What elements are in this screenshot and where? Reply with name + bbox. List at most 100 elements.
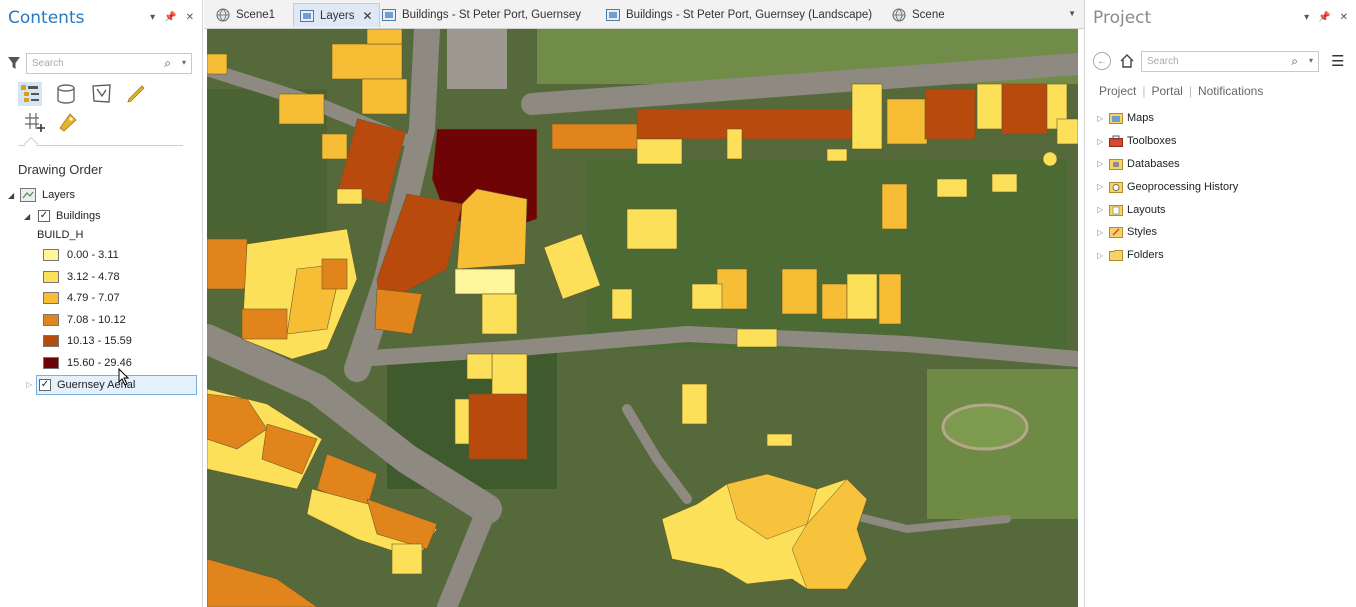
project-item-geoprocessing-history[interactable]: ▷ Geoprocessing History [1097,175,1238,198]
tab-scene[interactable]: Scene [886,3,951,27]
project-search-placeholder: Search [1147,55,1179,67]
expand-triangle-icon[interactable]: ▷ [1097,251,1107,260]
project-item-databases[interactable]: ▷ Databases [1097,153,1238,176]
tab-scene1[interactable]: Scene1 [210,3,281,27]
maps-folder-icon [1109,113,1123,125]
building [207,238,248,290]
expand-triangle-icon[interactable]: ▷ [1097,228,1107,237]
buildings-layer-row[interactable]: ◢ ✓ Buildings [24,206,101,226]
tab-buildings-landscape[interactable]: Buildings - St Peter Port, Guernsey (Lan… [600,3,878,27]
building [456,188,528,270]
collapse-triangle-icon[interactable]: ◢ [8,191,18,200]
expand-triangle-icon[interactable]: ▷ [1097,114,1107,123]
pin-icon[interactable]: 📌 [164,12,176,23]
expand-triangle-icon[interactable]: ▷ [1097,159,1107,168]
home-icon[interactable] [1119,53,1135,69]
legend-class-label: 7.08 - 10.12 [67,313,126,326]
tab-label: Buildings - St Peter Port, Guernsey [402,9,581,21]
expand-triangle-icon[interactable]: ▷ [26,380,36,389]
building [241,308,288,340]
aerial-flowerbed [941,403,1029,451]
database-folder-icon [1109,158,1123,170]
pane-options-icon[interactable]: ▾ [150,12,155,23]
list-by-selection-icon[interactable] [90,82,114,106]
aerial-visibility-checkbox[interactable]: ✓ [39,379,51,391]
project-tabs: Project | Portal | Notifications [1099,84,1269,98]
building [851,83,883,150]
building [468,393,528,460]
search-icon[interactable]: ⌕ [1291,54,1298,69]
legend-swatch [43,270,59,283]
search-icon[interactable]: ⌕ [164,56,171,71]
building [391,543,423,575]
search-options-icon[interactable]: ▾ [1309,56,1313,65]
legend-swatch [43,313,59,326]
project-item-label: Databases [1127,157,1180,170]
toolbar-divider-caret [23,136,39,152]
legend-class-row: 10.13 - 15.59 [43,331,132,351]
building [207,53,228,75]
close-icon[interactable]: ✕ [1340,12,1348,23]
list-by-snapping-icon[interactable] [22,110,46,134]
map-icon [300,9,314,22]
menu-icon[interactable]: ☰ [1331,52,1344,70]
buildings-visibility-checkbox[interactable]: ✓ [38,210,50,222]
building [691,283,723,310]
close-icon[interactable]: ✕ [186,12,194,23]
project-item-toolboxes[interactable]: ▷ Toolboxes [1097,130,1238,153]
building [366,29,403,45]
collapse-triangle-icon[interactable]: ◢ [24,212,34,221]
search-options-icon[interactable]: ▾ [182,58,186,67]
project-tree: ▷ Maps ▷ Toolboxes ▷ Databases ▷ Geoproc… [1097,107,1238,267]
project-item-maps[interactable]: ▷ Maps [1097,107,1238,130]
project-search-input[interactable]: Search ⌕ ▾ [1141,50,1319,72]
building [681,383,708,425]
filter-icon[interactable] [8,56,20,70]
project-item-layouts[interactable]: ▷ Layouts [1097,198,1238,221]
list-by-drawing-order-icon[interactable] [18,82,42,106]
map-view[interactable] [207,29,1078,607]
legend-class-label: 10.13 - 15.59 [67,335,132,347]
map-icon [382,9,396,21]
building [454,268,516,295]
project-pane-controls: ▾ 📌 ✕ [1304,12,1348,23]
tab-overflow-icon[interactable]: ▼ [1068,9,1076,18]
close-tab-icon[interactable]: ✕ [363,9,373,23]
legend-class-row: 4.79 - 7.07 [43,288,120,308]
tab-project[interactable]: Project [1099,84,1142,98]
legend-class-label: 0.00 - 3.11 [67,249,119,261]
project-item-folders[interactable]: ▷ Folders [1097,244,1238,267]
map-canvas[interactable] [207,29,1078,607]
list-by-source-icon[interactable] [54,82,78,106]
project-item-label: Layouts [1127,203,1166,216]
project-item-label: Geoprocessing History [1127,180,1239,193]
building [331,43,403,80]
expand-triangle-icon[interactable]: ▷ [1097,182,1107,191]
map-frame-icon [20,188,36,202]
project-item-styles[interactable]: ▷ Styles [1097,221,1238,244]
guernsey-aerial-layer-row[interactable]: ✓ Guernsey Aerial [36,375,197,395]
project-nav-row: ← Search ⌕ ▾ ☰ [1093,49,1351,73]
contents-search-input[interactable]: Search ⌕ ▾ [26,52,192,74]
legend-swatch [43,335,59,347]
legend-class-label: 4.79 - 7.07 [67,292,120,304]
pane-options-icon[interactable]: ▾ [1304,12,1309,23]
pin-icon[interactable]: 📌 [1318,12,1330,23]
building [924,88,976,140]
tab-notifications[interactable]: Notifications [1198,84,1269,98]
tab-separator: | [1142,84,1146,98]
building [881,183,908,230]
back-arrow-icon[interactable]: ← [1093,52,1111,70]
building [611,288,633,320]
globe-icon [892,8,906,22]
building [766,433,793,447]
list-by-editing-icon[interactable] [124,82,148,106]
tab-layers[interactable]: Layers ✕ [293,3,380,27]
tab-portal[interactable]: Portal [1151,84,1188,98]
layers-group-row[interactable]: ◢ Layers [8,185,75,205]
toolbox-icon [1109,135,1123,148]
list-by-labeling-icon[interactable] [56,110,80,134]
expand-triangle-icon[interactable]: ▷ [1097,205,1107,214]
expand-triangle-icon[interactable]: ▷ [1097,137,1107,146]
tab-buildings-st-peter-port[interactable]: Buildings - St Peter Port, Guernsey [376,3,587,27]
